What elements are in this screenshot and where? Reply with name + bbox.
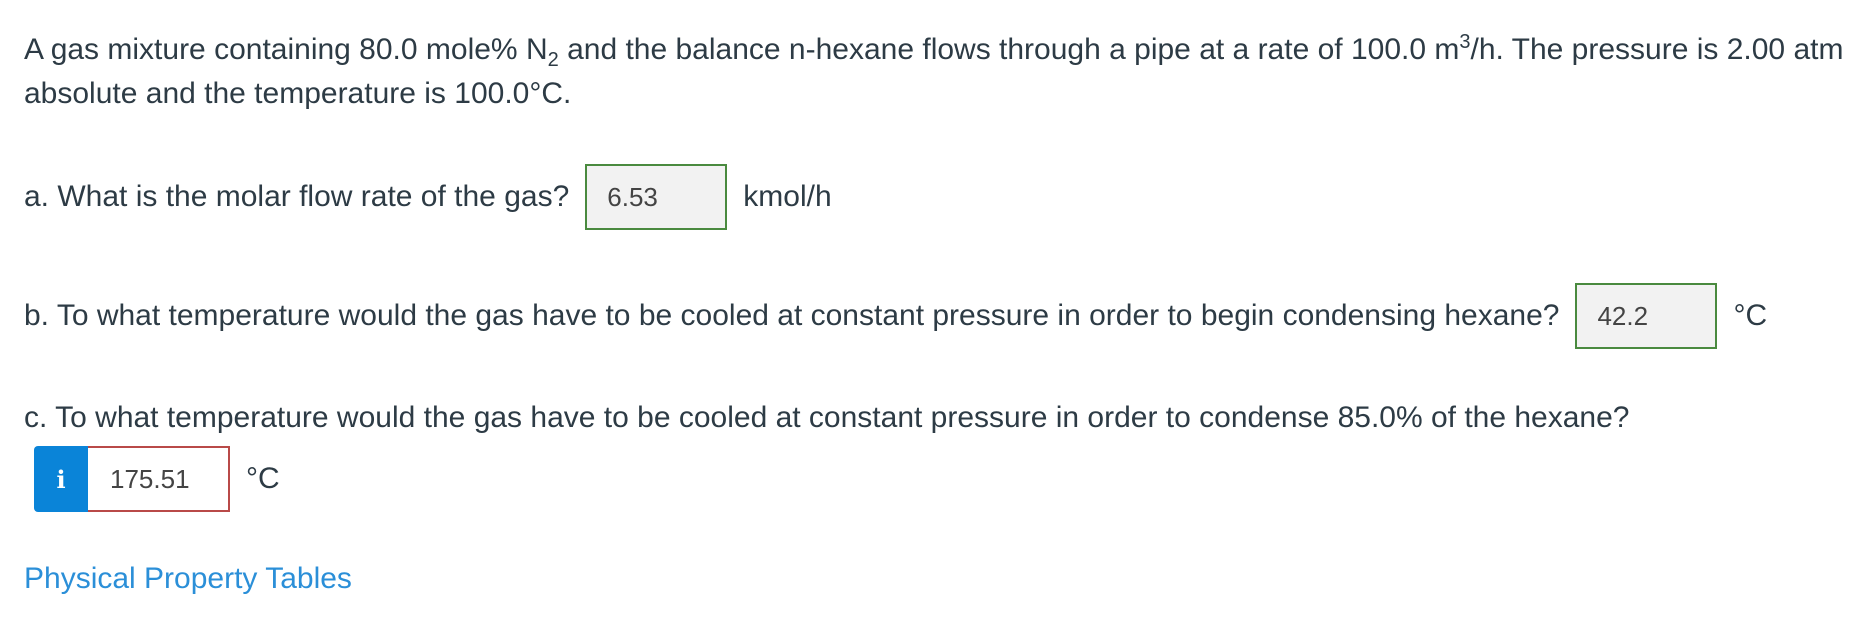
problem-statement: A gas mixture containing 80.0 mole% N2 a… — [24, 28, 1854, 116]
physical-property-tables-link[interactable]: Physical Property Tables — [24, 562, 352, 596]
question-b-row: b. To what temperature would the gas hav… — [24, 283, 1767, 349]
problem-text-1: A gas mixture containing 80.0 mole% N — [24, 33, 548, 66]
question-c-row: i 175.51 °C — [24, 446, 280, 512]
superscript-3: 3 — [1459, 31, 1471, 53]
question-a-label: a. What is the molar flow rate of the ga… — [24, 180, 570, 213]
question-b-unit: °C — [1733, 299, 1768, 332]
question-a-row: a. What is the molar flow rate of the ga… — [24, 164, 832, 230]
question-c-answer-input[interactable]: 175.51 — [88, 446, 230, 512]
question-b-label: b. To what temperature would the gas hav… — [24, 299, 1560, 332]
question-c-label: c. To what temperature would the gas hav… — [24, 401, 1630, 434]
question-b-answer-input[interactable]: 42.2 — [1575, 283, 1718, 349]
question-a-unit: kmol/h — [743, 180, 832, 213]
problem-text-2: and the balance n-hexane flows through a… — [558, 33, 1460, 66]
question-a-answer-input[interactable]: 6.53 — [585, 164, 728, 230]
question-c-unit: °C — [246, 462, 280, 495]
info-icon[interactable]: i — [34, 446, 88, 512]
question-page: A gas mixture containing 80.0 mole% N2 a… — [0, 0, 1872, 640]
subscript-2: 2 — [547, 49, 559, 71]
